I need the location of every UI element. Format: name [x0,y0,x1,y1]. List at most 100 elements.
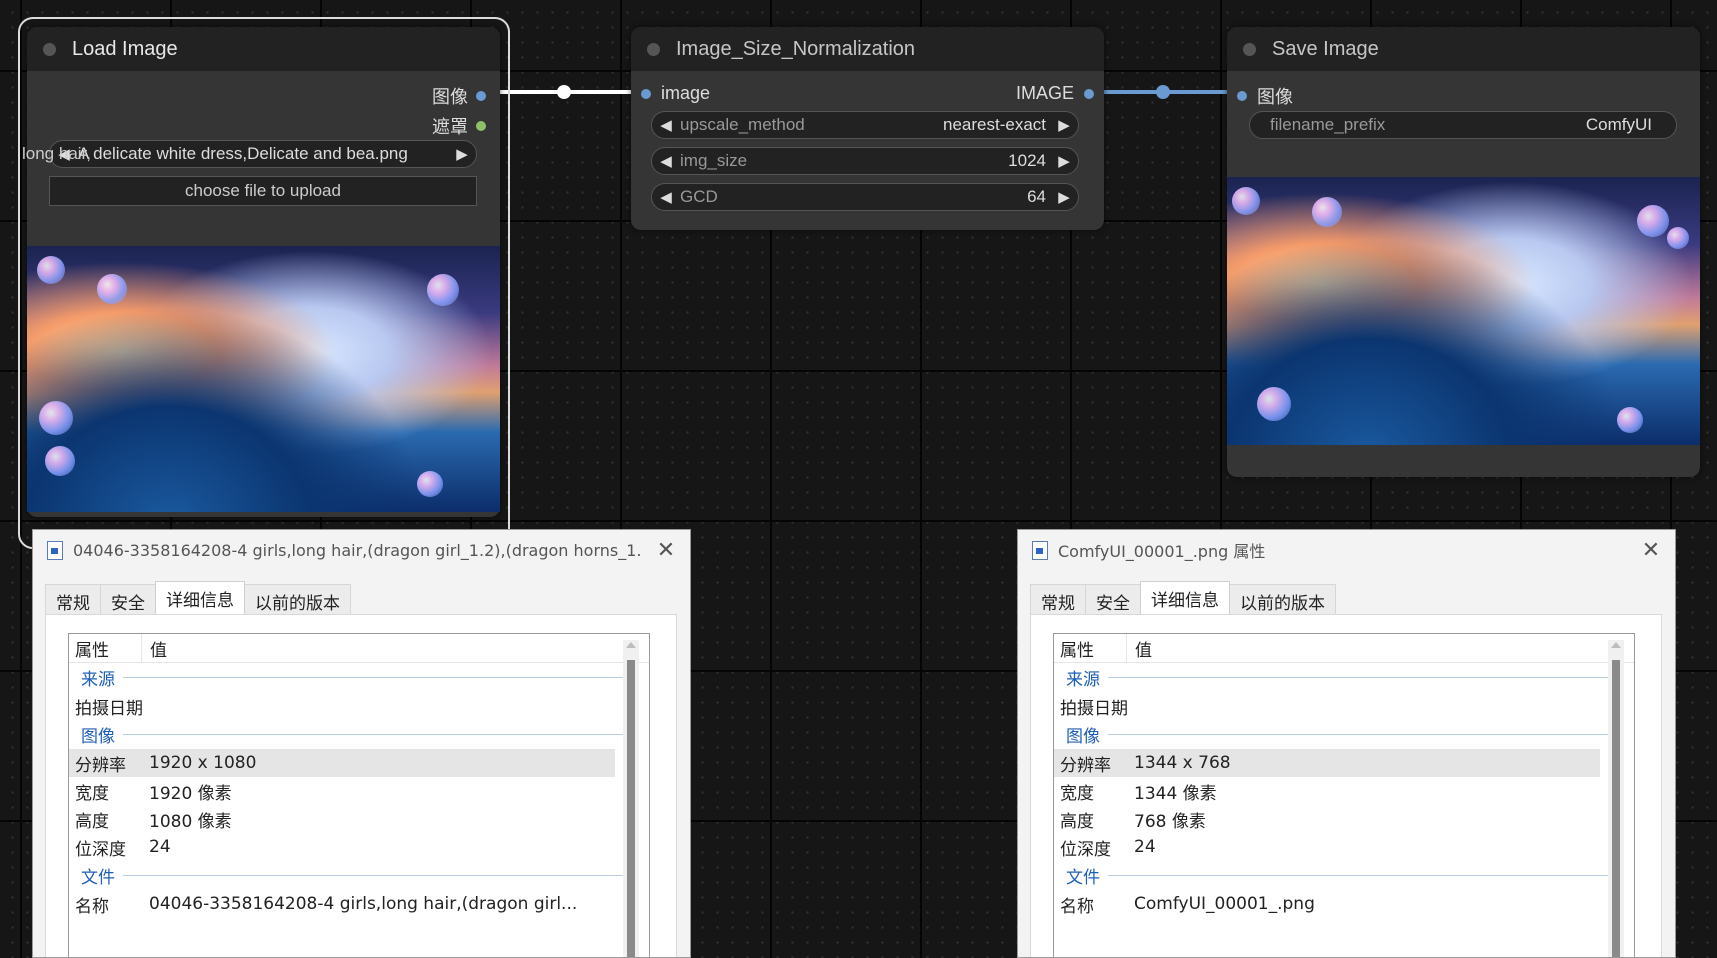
dialog-title-bar[interactable]: 04046-3358164208-4 girls,long hair,(drag… [33,530,690,570]
normalization-title-bar[interactable]: Image_Size_Normalization [631,27,1104,71]
bubble [1637,205,1669,237]
increment-arrow-icon[interactable]: ▶ [1050,116,1078,134]
input-image-slot[interactable]: 图像 [1237,83,1293,109]
list-item[interactable]: 分辨率 1920 x 1080 [69,749,615,777]
property-list[interactable]: 属性 值 来源 拍摄日期 图像 分辨率 1920 x 1080 宽度 1920 像素… [68,633,650,957]
group-image-label: 图像 [1066,727,1100,747]
scroll-thumb[interactable] [1612,660,1620,957]
dialog-title-bar[interactable]: ComfyUI_00001_.png 属性 ✕ [1018,530,1675,570]
group-image: 图像 [1054,720,1634,749]
close-icon[interactable]: ✕ [642,538,690,563]
output-image-slot[interactable]: 图像 [432,83,486,109]
vertical-scrollbar[interactable] [1608,640,1624,957]
property-value: 04046-3358164208-4 girls,long hair,(drag… [149,894,578,914]
save-image-title-bar[interactable]: Save Image [1227,27,1700,71]
output-image-dot-icon[interactable] [1084,88,1094,99]
image-size-normalization-node[interactable]: Image_Size_Normalization image IMAGE ◀ u… [631,27,1104,230]
scroll-up-arrow-icon[interactable] [1611,642,1621,648]
list-item[interactable]: 位深度 24 [69,833,649,861]
group-file-label: 文件 [1066,868,1100,888]
dialog-title: 04046-3358164208-4 girls,long hair,(drag… [73,540,642,560]
gcd-number[interactable]: ◀ GCD 64 ▶ [651,183,1079,211]
dialog-title: ComfyUI_00001_.png 属性 [1058,542,1266,561]
property-value: 24 [1134,837,1156,857]
list-item[interactable]: 宽度 1344 像素 [1054,777,1634,805]
properties-dialog-left[interactable]: 04046-3358164208-4 girls,long hair,(drag… [32,529,691,958]
output-image-slot[interactable]: IMAGE [1016,83,1094,104]
output-mask-dot-icon[interactable] [476,121,486,131]
list-item[interactable]: 高度 768 像素 [1054,805,1634,833]
column-property[interactable]: 属性 [1054,634,1127,662]
input-image-dot-icon[interactable] [1237,91,1247,101]
decrement-arrow-icon[interactable]: ◀ [652,152,680,170]
img-size-value: 1024 [1008,151,1046,170]
collapse-dot-icon[interactable] [43,42,56,56]
decrement-arrow-icon[interactable]: ◀ [652,188,680,206]
list-item[interactable]: 拍摄日期 [69,692,649,720]
save-image-node[interactable]: Save Image 图像 filename_prefix ComfyUI [1227,27,1700,477]
img-size-number[interactable]: ◀ img_size 1024 ▶ [651,147,1079,175]
list-item[interactable]: 名称 ComfyUI_00001_.png [1054,890,1634,918]
column-property[interactable]: 属性 [69,634,142,662]
scroll-up-arrow-icon[interactable] [626,642,636,648]
bubble [1667,227,1689,249]
save-image-title: Save Image [1272,37,1379,60]
output-image-label: IMAGE [1015,83,1074,103]
gcd-value: 64 [1027,187,1046,206]
upscale-method-combo[interactable]: ◀ upscale_method nearest-exact ▶ [651,111,1079,139]
list-item[interactable]: 分辨率 1344 x 768 [1054,749,1600,777]
scroll-thumb[interactable] [627,660,635,957]
list-item[interactable]: 名称 04046-3358164208-4 girls,long hair,(dr… [69,890,649,918]
property-value: ComfyUI_00001_.png [1134,894,1315,914]
filename-prefix-field[interactable]: filename_prefix ComfyUI [1249,111,1677,139]
input-image-dot-icon[interactable] [641,88,651,99]
decrement-arrow-icon[interactable]: ◀ [652,116,680,134]
property-list[interactable]: 属性 值 来源 拍摄日期 图像 分辨率 1344 x 768 宽度 1344 像素 … [1053,633,1635,957]
increment-arrow-icon[interactable]: ▶ [1050,188,1078,206]
group-file: 文件 [69,861,649,890]
list-item[interactable]: 宽度 1920 像素 [69,777,649,805]
collapse-dot-icon[interactable] [647,42,660,56]
property-key: 位深度 [75,839,126,860]
group-image: 图像 [69,720,649,749]
output-image-dot-icon[interactable] [476,91,486,101]
image-file-icon [47,540,63,560]
list-item[interactable]: 高度 1080 像素 [69,805,649,833]
gcd-label: GCD [680,187,718,206]
group-source: 来源 [1054,663,1634,692]
properties-dialog-right[interactable]: ComfyUI_00001_.png 属性 ✕ 常规 安全 详细信息 以前的版本… [1017,529,1676,958]
tab-details[interactable]: 详细信息 [155,581,245,617]
upscale-method-label: upscale_method [680,115,805,134]
combo-right-arrow-icon[interactable]: ▶ [448,145,476,163]
property-key: 分辨率 [1060,755,1111,776]
image-file-combo[interactable]: long hair, ◀ A delicate white dress,Deli… [22,140,477,168]
bubble [1232,187,1260,215]
vertical-scrollbar[interactable] [623,640,639,957]
image-file-value: A delicate white dress,Delicate and bea.… [78,144,408,163]
property-value: 1344 x 768 [1134,753,1231,773]
bubble [37,256,65,284]
property-value: 1344 像素 [1134,783,1217,804]
file-value-behind: long hair, [22,144,91,163]
list-item[interactable]: 位深度 24 [1054,833,1634,861]
bubble [45,446,75,476]
property-value: 24 [149,837,171,857]
load-image-node[interactable]: Load Image 图像 遮罩 long hair, ◀ A delicate… [22,27,500,517]
image-preview [27,246,500,512]
input-image-slot[interactable]: image [641,83,710,104]
load-image-title-bar[interactable]: Load Image [27,27,500,71]
bubble [1312,197,1342,227]
list-item[interactable]: 拍摄日期 [1054,692,1634,720]
column-value[interactable]: 值 [1127,636,1152,661]
tab-details[interactable]: 详细信息 [1140,581,1230,617]
close-icon[interactable]: ✕ [1627,538,1675,563]
output-mask-slot[interactable]: 遮罩 [432,113,486,139]
increment-arrow-icon[interactable]: ▶ [1050,152,1078,170]
group-source-label: 来源 [1066,670,1100,690]
filename-prefix-label: filename_prefix [1270,115,1386,134]
collapse-dot-icon[interactable] [1243,42,1256,56]
input-image-label: 图像 [1257,87,1293,107]
column-value[interactable]: 值 [142,636,167,661]
upload-button[interactable]: choose file to upload [49,176,477,206]
link-midpoint [557,85,571,99]
